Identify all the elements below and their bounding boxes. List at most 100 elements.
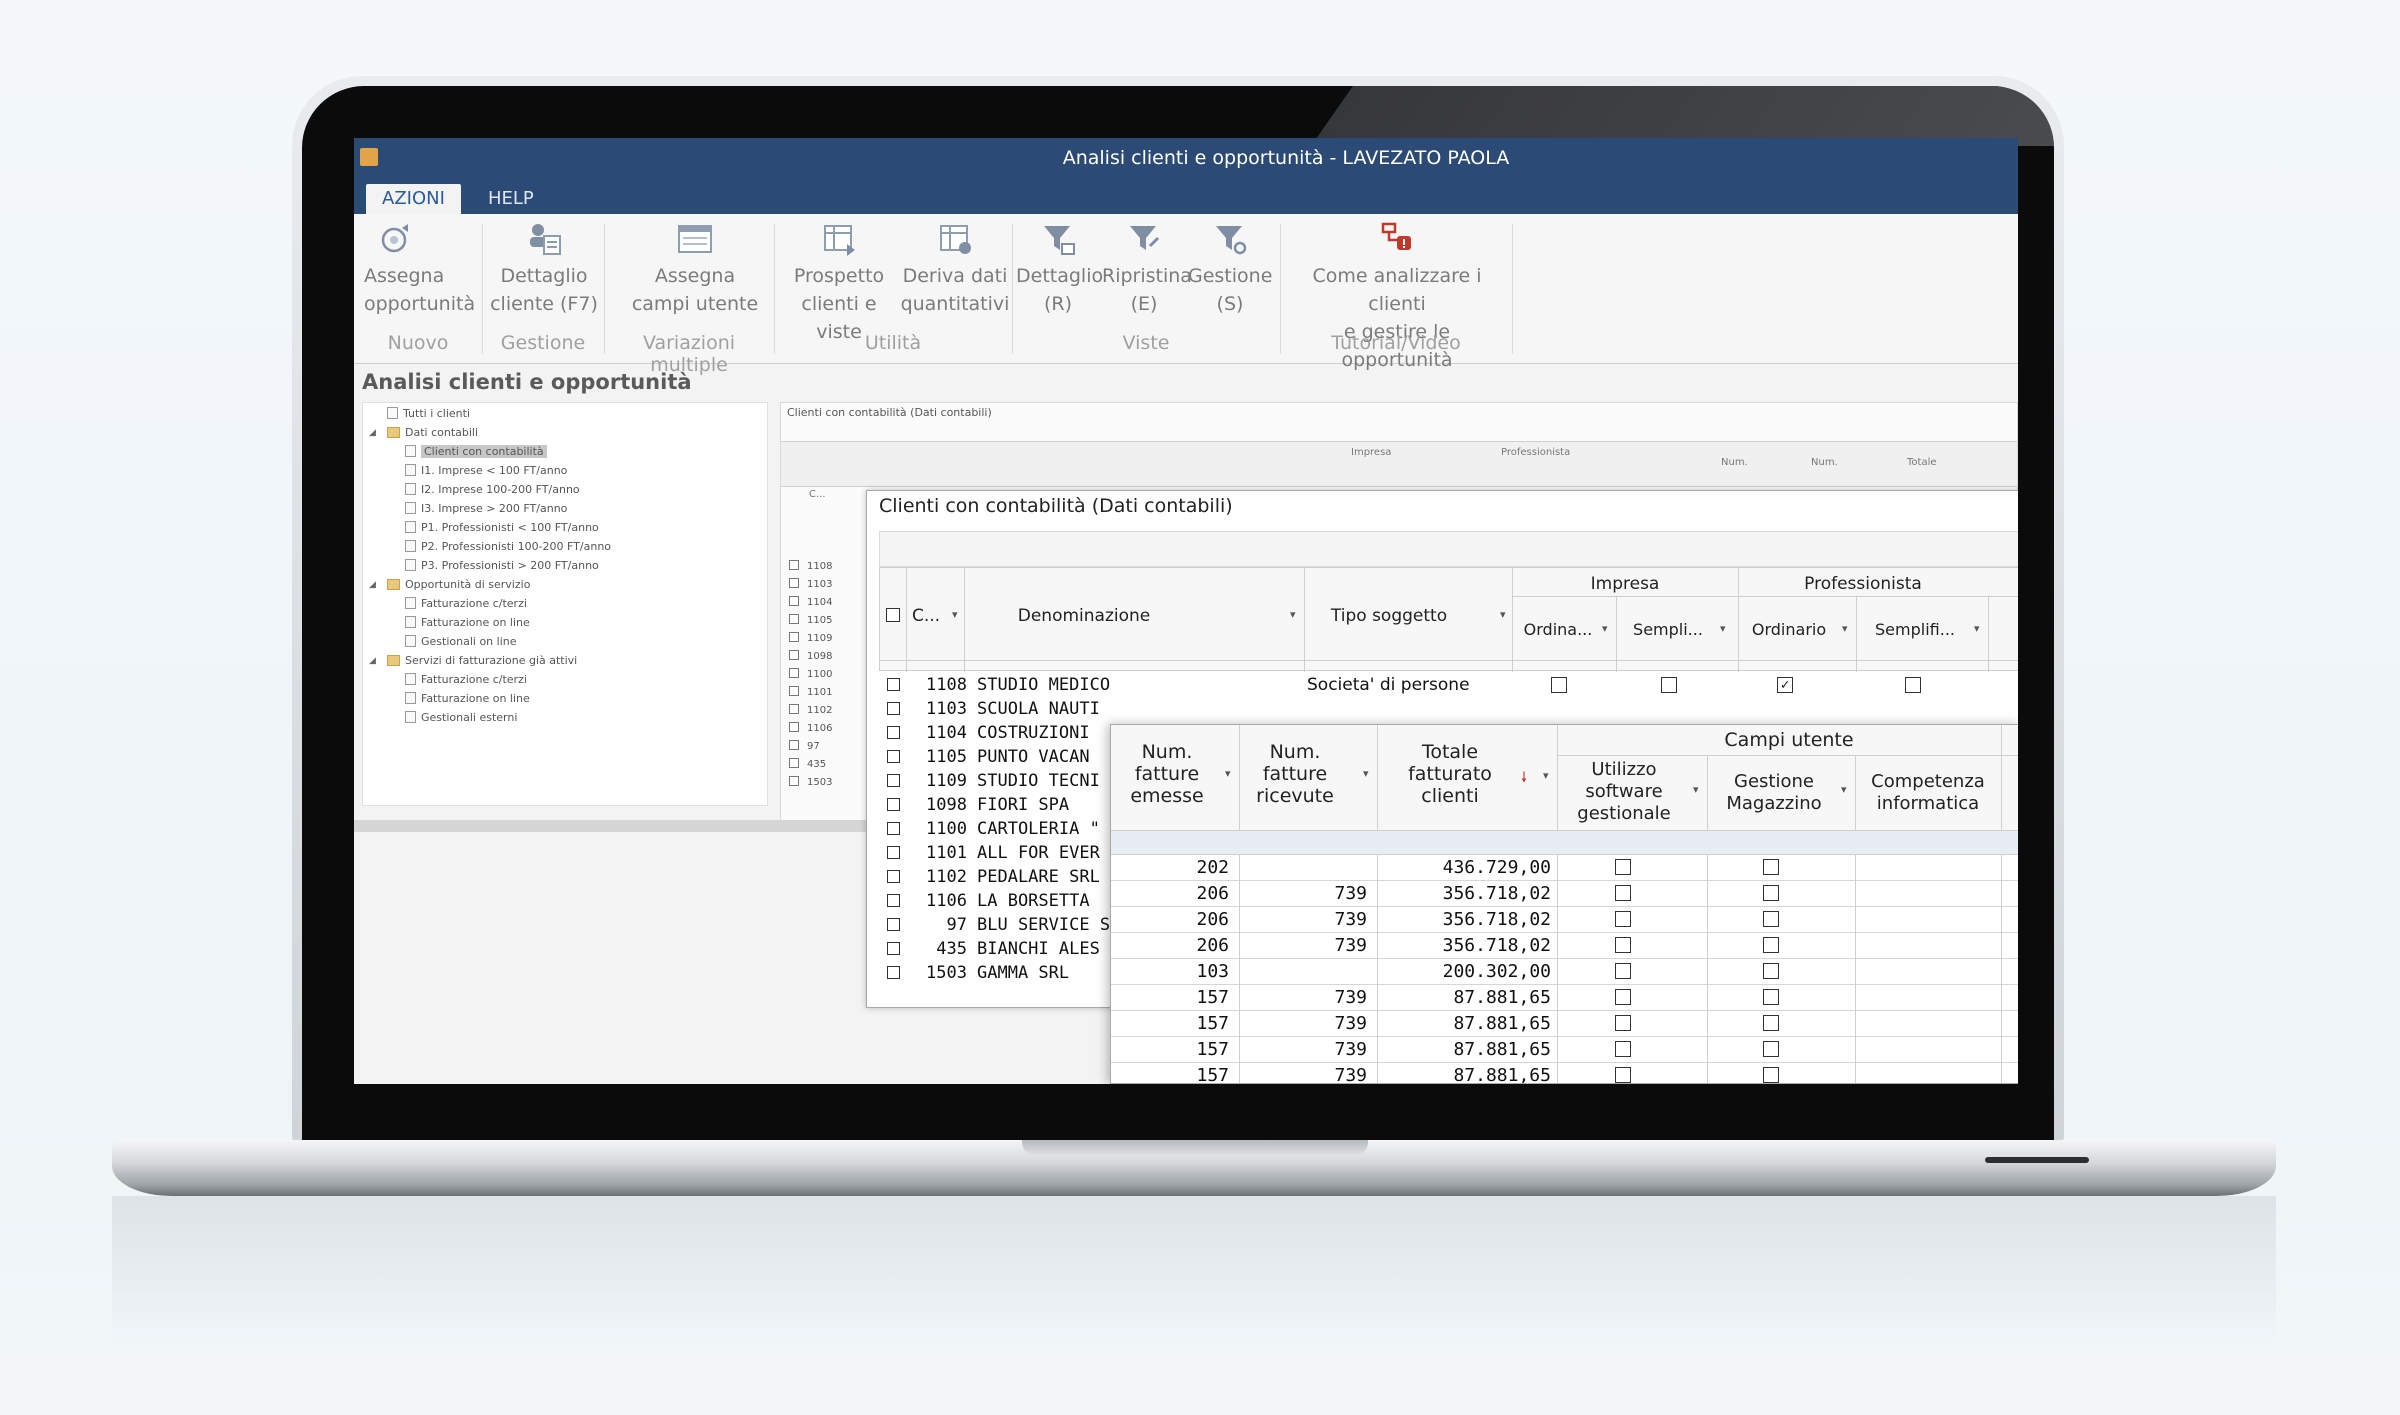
filter-row[interactable] [1111, 831, 2018, 855]
table-row[interactable]: 206 739 356.718,02 [1111, 907, 2018, 933]
tree-item[interactable]: P3. Professionisti > 200 FT/anno [405, 557, 599, 575]
row-checkbox[interactable] [789, 776, 799, 786]
col-dropdown-icon[interactable]: ▾ [1842, 622, 1848, 635]
gestione-magazzino-checkbox[interactable] [1763, 1015, 1779, 1031]
row-checkbox[interactable] [789, 722, 799, 732]
col-header-gestione-magazzino[interactable]: Gestione Magazzino [1707, 771, 1841, 815]
gestione-magazzino-checkbox[interactable] [1763, 911, 1779, 927]
utilizzo-software-checkbox[interactable] [1615, 989, 1631, 1005]
row-checkbox[interactable] [887, 870, 900, 883]
tree-folder[interactable]: ◢ Opportunità di servizio [369, 576, 530, 594]
col-header-num-emesse[interactable]: Num. fatture emesse [1111, 741, 1223, 807]
prof-ordinario-checkbox[interactable]: ✓ [1777, 677, 1793, 693]
tree-item-selected[interactable]: Clienti con contabilità [405, 443, 755, 461]
tree-item[interactable]: Gestionali esterni [405, 709, 517, 727]
col-header-c[interactable]: C... [912, 606, 940, 626]
row-checkbox[interactable] [789, 578, 799, 588]
col-header-impresa-ordinario[interactable]: Ordina... [1516, 620, 1600, 639]
col-header-prof-semplificato[interactable]: Semplifi... [1860, 620, 1970, 639]
col-header-totale-fatturato[interactable]: Totale fatturato clienti [1377, 741, 1523, 807]
row-checkbox[interactable] [789, 686, 799, 696]
gestione-magazzino-checkbox[interactable] [1763, 989, 1779, 1005]
gestione-magazzino-checkbox[interactable] [1763, 885, 1779, 901]
client-detail-button[interactable]: Dettaglio cliente (F7) [490, 220, 598, 318]
row-checkbox[interactable] [789, 632, 799, 642]
col-dropdown-icon[interactable]: ▾ [1693, 783, 1699, 796]
tree-folder[interactable]: ◢ Servizi di fatturazione già attivi [369, 652, 577, 670]
prospect-view-button[interactable]: Prospetto clienti e viste [782, 220, 896, 346]
tree-item[interactable]: Tutti i clienti [387, 405, 470, 423]
gestione-magazzino-checkbox[interactable] [1763, 859, 1779, 875]
row-checkbox[interactable] [887, 702, 900, 715]
col-header-denominazione[interactable]: Denominazione [964, 606, 1204, 626]
col-dropdown-icon[interactable]: ▾ [1290, 608, 1296, 621]
table-row[interactable]: 1103 SCUOLA NAUTI [879, 697, 2018, 721]
table-row[interactable]: 206 739 356.718,02 [1111, 933, 2018, 959]
col-dropdown-icon[interactable]: ▾ [1225, 767, 1231, 780]
filter-manage-button[interactable]: Gestione (S) [1188, 220, 1272, 318]
col-dropdown-icon[interactable]: ▾ [952, 608, 958, 621]
row-checkbox[interactable] [789, 650, 799, 660]
table-row[interactable]: 206 739 356.718,02 [1111, 881, 2018, 907]
impresa-ordinario-checkbox[interactable] [1551, 677, 1567, 693]
gestione-magazzino-checkbox[interactable] [1763, 1041, 1779, 1057]
expand-icon[interactable]: ◢ [369, 576, 376, 594]
row-checkbox[interactable] [887, 678, 900, 691]
col-dropdown-icon[interactable]: ▾ [1602, 622, 1608, 635]
utilizzo-software-checkbox[interactable] [1615, 1015, 1631, 1031]
tree-item[interactable]: Gestionali on line [405, 633, 517, 651]
row-checkbox[interactable] [887, 726, 900, 739]
row-checkbox[interactable] [789, 668, 799, 678]
table-row[interactable]: 157 739 87.881,65 [1111, 985, 2018, 1011]
sort-descending-icon[interactable]: 🠗 [1521, 767, 1527, 791]
table-row[interactable]: 1108 STUDIO MEDICO Societa' di persone ✓ [879, 673, 2018, 697]
gestione-magazzino-checkbox[interactable] [1763, 963, 1779, 979]
utilizzo-software-checkbox[interactable] [1615, 1067, 1631, 1083]
select-all-checkbox[interactable] [886, 608, 900, 622]
table-row[interactable]: 103 200.302,00 [1111, 959, 2018, 985]
assign-user-fields-button[interactable]: Assegna campi utente [620, 220, 770, 318]
filter-reset-button[interactable]: Ripristina (E) [1102, 220, 1192, 318]
row-checkbox[interactable] [887, 798, 900, 811]
derive-data-button[interactable]: Deriva dati quantitativi [900, 220, 1010, 318]
tree-item[interactable]: P1. Professionisti < 100 FT/anno [405, 519, 599, 537]
utilizzo-software-checkbox[interactable] [1615, 963, 1631, 979]
row-checkbox[interactable] [887, 774, 900, 787]
col-header-competenza[interactable]: Competenza informatica [1855, 771, 2001, 815]
table-row[interactable]: 202 436.729,00 [1111, 855, 2018, 881]
row-checkbox[interactable] [887, 846, 900, 859]
tree-item[interactable]: Fatturazione on line [405, 690, 530, 708]
tree-item[interactable]: Fatturazione c/terzi [405, 595, 527, 613]
utilizzo-software-checkbox[interactable] [1615, 911, 1631, 927]
col-dropdown-icon[interactable]: ▾ [1543, 769, 1549, 782]
row-checkbox[interactable] [887, 750, 900, 763]
row-checkbox[interactable] [789, 740, 799, 750]
col-dropdown-icon[interactable]: ▾ [1841, 783, 1847, 796]
table-row[interactable]: 157 739 87.881,65 [1111, 1037, 2018, 1063]
col-header-utilizzo-software[interactable]: Utilizzo software gestionale [1557, 759, 1691, 825]
row-checkbox[interactable] [789, 614, 799, 624]
col-header-impresa-semplificato[interactable]: Sempli... [1620, 620, 1716, 639]
col-header-tipo-soggetto[interactable]: Tipo soggetto [1304, 606, 1474, 626]
tree-folder[interactable]: ◢ Dati contabili [369, 424, 478, 442]
row-checkbox[interactable] [789, 560, 799, 570]
tree-item[interactable]: Fatturazione c/terzi [405, 671, 527, 689]
row-checkbox[interactable] [887, 894, 900, 907]
col-header-prof-ordinario[interactable]: Ordinario [1742, 620, 1836, 639]
tree-item[interactable]: I1. Imprese < 100 FT/anno [405, 462, 567, 480]
tab-azioni[interactable]: AZIONI [366, 184, 461, 214]
table-row[interactable]: 157 739 87.881,65 [1111, 1011, 2018, 1037]
row-checkbox[interactable] [887, 966, 900, 979]
gestione-magazzino-checkbox[interactable] [1763, 937, 1779, 953]
prof-semplificato-checkbox[interactable] [1905, 677, 1921, 693]
col-dropdown-icon[interactable]: ▾ [1720, 622, 1726, 635]
row-checkbox[interactable] [789, 704, 799, 714]
assign-opportunity-button[interactable]: Assegna opportunità [364, 220, 475, 318]
filter-detail-button[interactable]: Dettaglio (R) [1016, 220, 1103, 318]
tree-item[interactable]: Fatturazione on line [405, 614, 530, 632]
col-dropdown-icon[interactable]: ▾ [1974, 622, 1980, 635]
table-row[interactable]: 157 739 87.881,65 [1111, 1063, 2018, 1083]
utilizzo-software-checkbox[interactable] [1615, 885, 1631, 901]
utilizzo-software-checkbox[interactable] [1615, 859, 1631, 875]
row-checkbox[interactable] [887, 918, 900, 931]
